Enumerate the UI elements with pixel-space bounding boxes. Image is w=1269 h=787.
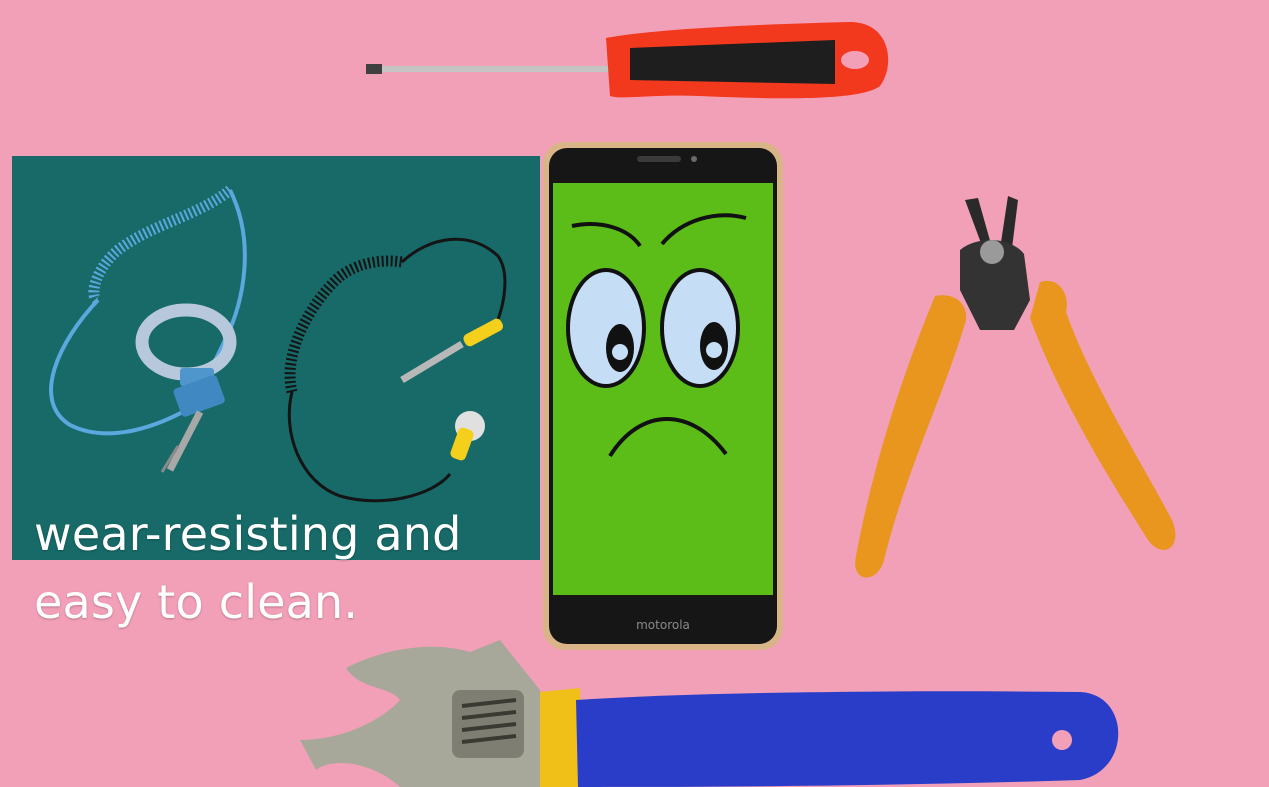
smartphone: motorola xyxy=(543,142,783,650)
caption-line-2: easy to clean. xyxy=(34,575,359,629)
phone-brand-label: motorola xyxy=(636,618,690,632)
tools-scene: motorola xyxy=(0,0,1269,787)
caption-line-1: wear-resisting and xyxy=(34,507,462,561)
promo-caption: wear-resisting and easy to clean. xyxy=(34,500,462,636)
photo: motorola wear-resisting and easy to clea… xyxy=(0,0,1269,787)
